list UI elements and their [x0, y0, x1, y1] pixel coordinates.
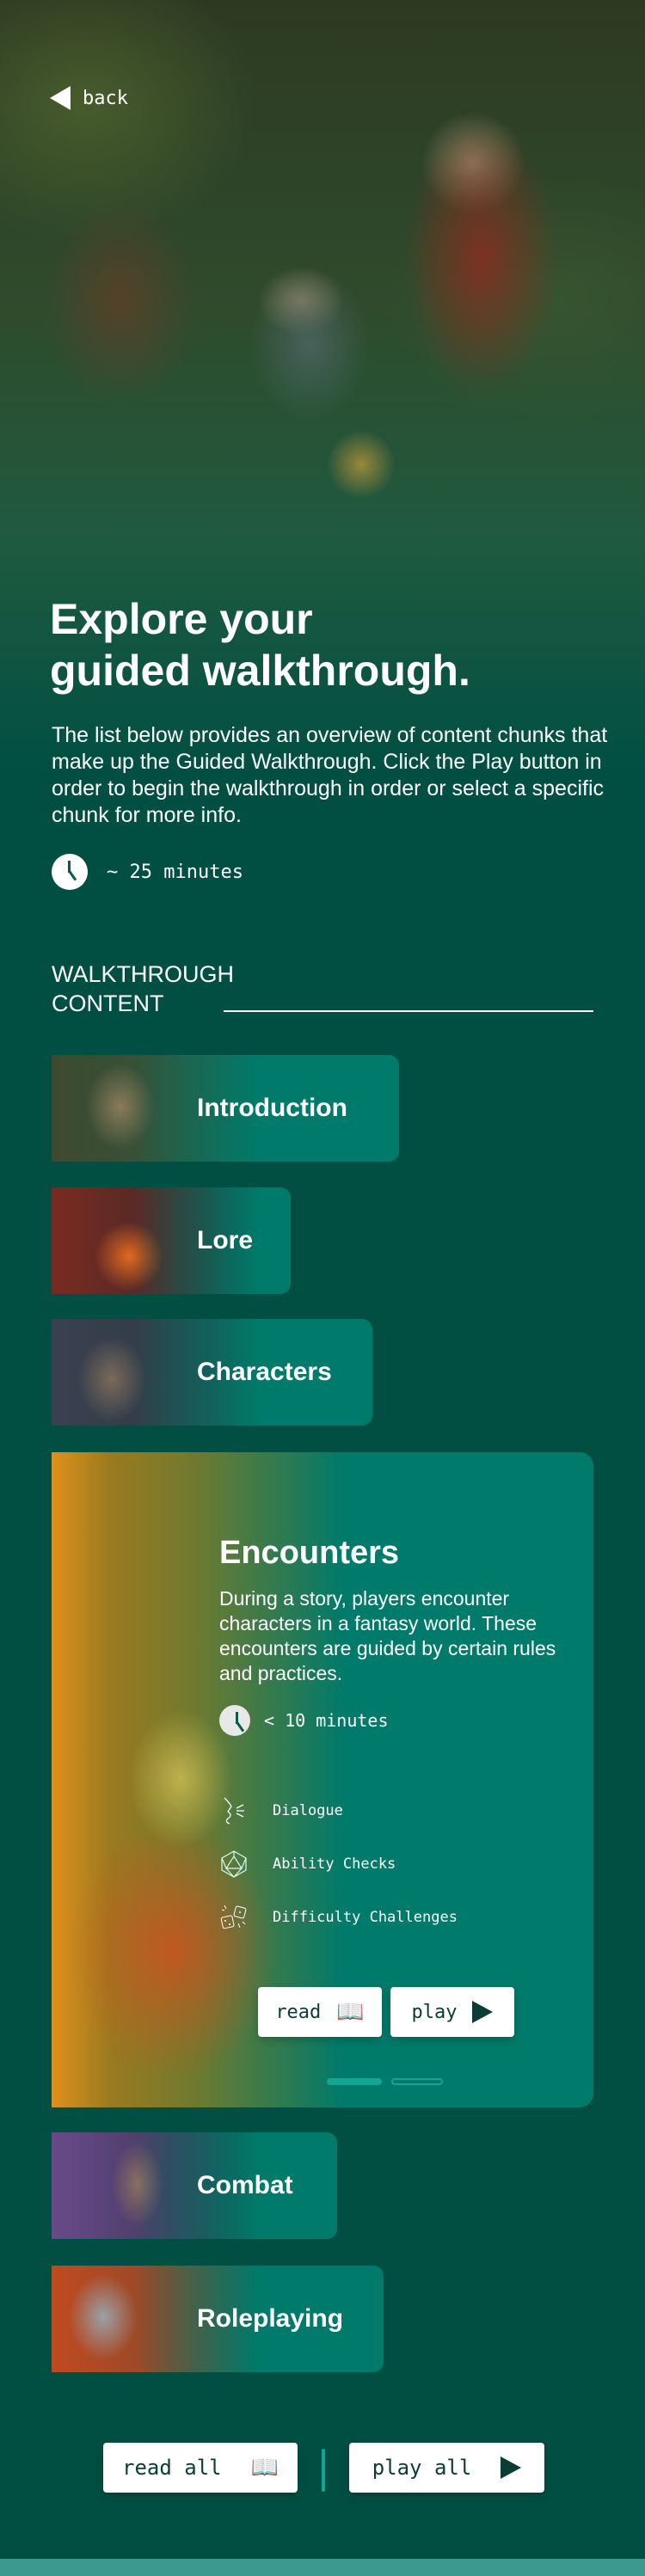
section-divider	[224, 1010, 593, 1012]
chunk-card-characters[interactable]: Characters	[52, 1319, 372, 1426]
section-title-line-1: WALKTHROUGH	[52, 961, 235, 987]
back-label: back	[83, 87, 128, 109]
chunk-description: During a story, players encounter charac…	[219, 1587, 556, 1684]
intro-text: The list below provides an overview of c…	[52, 723, 608, 827]
chunk-card-introduction[interactable]: Introduction	[52, 1055, 399, 1162]
back-button[interactable]: back	[50, 86, 128, 110]
chunk-card-roleplaying[interactable]: Roleplaying	[52, 2266, 384, 2372]
feature-label: Dialogue	[273, 1802, 343, 1819]
feature-dialogue: Dialogue	[219, 1796, 343, 1825]
chunk-card-combat[interactable]: Combat	[52, 2132, 337, 2239]
book-icon: 📖	[336, 1999, 365, 2025]
chunk-label: Characters	[197, 1358, 332, 1386]
play-all-label: play all	[372, 2456, 472, 2480]
feature-label: Difficulty Challenges	[273, 1909, 458, 1926]
duration-text: < 10 minutes	[264, 1710, 389, 1731]
feature-ability-checks: Ability Checks	[219, 1849, 396, 1879]
pager-dot-active[interactable]	[327, 2078, 382, 2085]
play-all-button[interactable]: play all	[349, 2443, 544, 2493]
read-label: read	[275, 2001, 322, 2023]
duration-text: ~ 25 minutes	[107, 861, 243, 883]
book-icon: 📖	[250, 2455, 279, 2481]
bottom-bar	[0, 2559, 645, 2576]
play-icon	[501, 2456, 522, 2479]
clock-icon	[52, 854, 88, 890]
total-duration: ~ 25 minutes	[52, 854, 243, 890]
d20-icon	[221, 1850, 247, 1878]
chunk-label: Lore	[197, 1226, 254, 1254]
read-all-label: read all	[122, 2456, 222, 2480]
chunk-label: Roleplaying	[197, 2304, 344, 2333]
chunk-card-lore[interactable]: Lore	[52, 1187, 291, 1294]
feature-difficulty-challenges: Difficulty Challenges	[219, 1903, 458, 1932]
clock-icon	[219, 1705, 250, 1736]
section-title: WALKTHROUGH CONTENT	[52, 960, 234, 1018]
title-line-1: Explore your	[50, 595, 313, 643]
section-title-line-2: CONTENT	[52, 991, 164, 1016]
pager-dot[interactable]	[391, 2078, 443, 2085]
play-icon	[472, 2001, 494, 2023]
play-label: play	[411, 2001, 458, 2023]
read-button[interactable]: read 📖	[258, 1987, 382, 2037]
chunk-title: Encounters	[219, 1535, 400, 1571]
read-all-button[interactable]: read all 📖	[103, 2443, 298, 2493]
feature-label: Ability Checks	[273, 1855, 396, 1873]
chunk-card-encounters-expanded[interactable]: Encounters During a story, players encou…	[52, 1452, 593, 2107]
chunk-label: Introduction	[197, 1094, 347, 1122]
dialogue-icon	[224, 1797, 244, 1825]
page-title: Explore your guided walkthrough.	[50, 593, 600, 696]
button-divider	[322, 2449, 325, 2492]
back-arrow-icon	[50, 86, 71, 110]
title-line-2: guided walkthrough.	[50, 647, 470, 695]
chunk-label: Combat	[197, 2171, 293, 2199]
play-button[interactable]: play	[390, 1987, 514, 2037]
dice-icon	[220, 1904, 247, 1929]
chunk-duration: < 10 minutes	[219, 1705, 389, 1736]
